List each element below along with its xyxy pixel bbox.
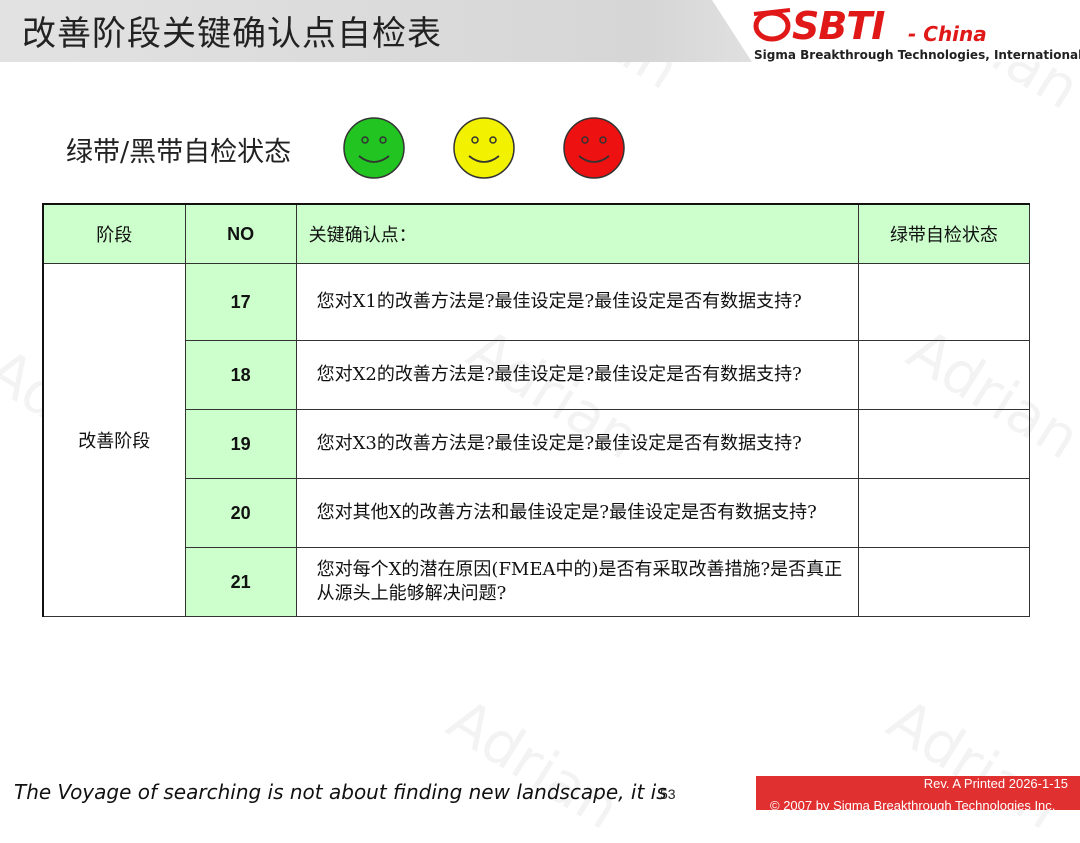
table-row: 21 您对每个X的潜在原因(FMEA中的)是否有采取改善措施?是否真正从源头上能… xyxy=(43,547,1031,617)
logo-subtitle: Sigma Breakthrough Technologies, Interna… xyxy=(754,48,1080,62)
row-number: 17 xyxy=(184,263,297,341)
checkpoint-text: 您对其他X的改善方法和最佳设定是?最佳设定是否有数据支持? xyxy=(295,478,859,548)
table-row: 改善阶段 17 您对X1的改善方法是?最佳设定是?最佳设定是否有数据支持? xyxy=(42,263,1031,617)
checkpoint-text: 您对X1的改善方法是?最佳设定是?最佳设定是否有数据支持? xyxy=(295,263,859,341)
table-row: 19 您对X3的改善方法是?最佳设定是?最佳设定是否有数据支持? xyxy=(43,409,1031,479)
self-check-cell[interactable] xyxy=(857,547,1031,617)
footer-quote: The Voyage of searching is not about fin… xyxy=(14,780,667,804)
table-header-row: 阶段 NO 关键确认点： 绿带自检状态 xyxy=(42,203,1031,264)
logo-brand: SBTI xyxy=(792,4,885,48)
page-number: 53 xyxy=(660,786,676,802)
smiley-yellow-icon xyxy=(453,117,515,179)
self-check-cell[interactable] xyxy=(857,340,1031,410)
watermark-text: Adrian xyxy=(876,685,1071,842)
checkpoint-text: 您对每个X的潜在原因(FMEA中的)是否有采取改善措施?是否真正从源头上能够解决… xyxy=(295,547,859,617)
self-check-cell[interactable] xyxy=(857,478,1031,548)
watermark-text: Adrian xyxy=(436,685,631,842)
phase-cell: 改善阶段 xyxy=(42,263,186,617)
checkpoint-table: 阶段 NO 关键确认点： 绿带自检状态 改善阶段 17 您对X1的改善方法是?最… xyxy=(42,203,1031,617)
logo-region: - China xyxy=(908,22,987,46)
sbti-logo: SBTI - China Sigma Breakthrough Technolo… xyxy=(752,4,1080,62)
page-title: 改善阶段关键确认点自检表 xyxy=(22,14,442,54)
smiley-red-icon xyxy=(563,117,625,179)
header-phase: 阶段 xyxy=(42,203,186,264)
revision-info: Rev. A Printed 2026-1-15 xyxy=(923,776,1068,791)
checkpoint-text: 您对X3的改善方法是?最佳设定是?最佳设定是否有数据支持? xyxy=(295,409,859,479)
smiley-green-icon xyxy=(343,117,405,179)
self-check-status-label: 绿带/黑带自检状态 xyxy=(66,137,292,168)
row-number: 20 xyxy=(184,478,297,548)
header-no: NO xyxy=(184,203,297,264)
copyright: © 2007 by Sigma Breakthrough Technologie… xyxy=(770,798,1056,813)
header-self-check: 绿带自检状态 xyxy=(857,203,1031,264)
swoosh-icon xyxy=(753,8,791,42)
checkpoint-text: 您对X2的改善方法是?最佳设定是?最佳设定是否有数据支持? xyxy=(295,340,859,410)
table-row: 18 您对X2的改善方法是?最佳设定是?最佳设定是否有数据支持? xyxy=(43,340,1031,410)
self-check-cell[interactable] xyxy=(857,263,1031,341)
table-row: 20 您对其他X的改善方法和最佳设定是?最佳设定是否有数据支持? xyxy=(43,478,1031,548)
row-number: 21 xyxy=(184,547,297,617)
header-checkpoint: 关键确认点： xyxy=(295,203,859,264)
row-number: 18 xyxy=(184,340,297,410)
footer-banner: Rev. A Printed 2026-1-15 © 2007 by Sigma… xyxy=(756,776,1080,813)
self-check-cell[interactable] xyxy=(857,409,1031,479)
row-number: 19 xyxy=(184,409,297,479)
